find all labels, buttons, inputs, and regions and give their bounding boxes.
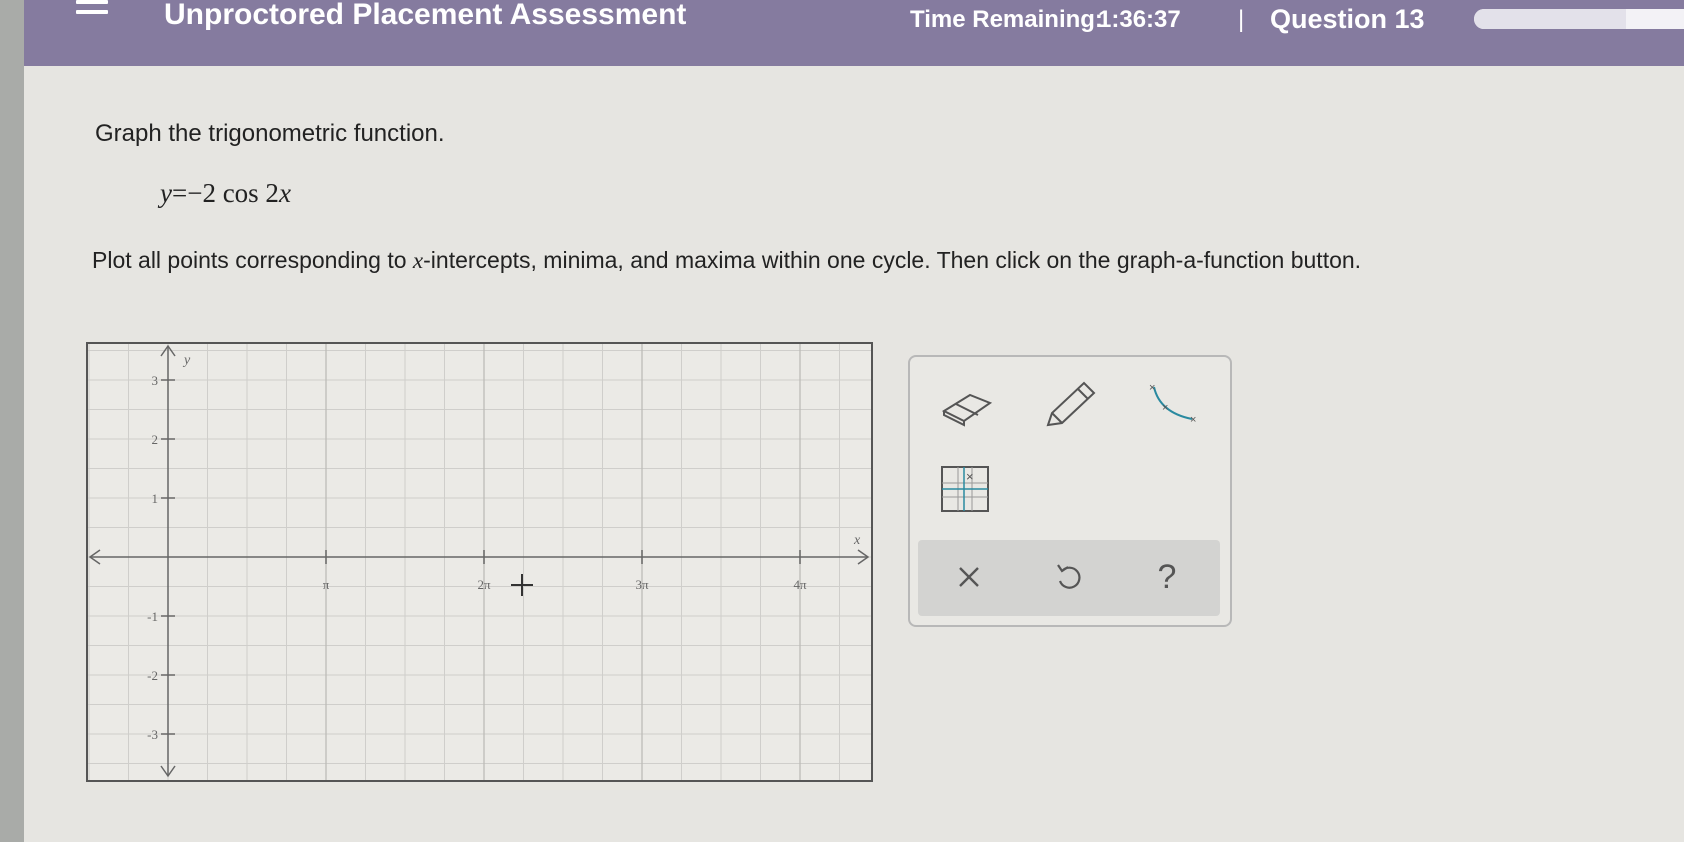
- page-title: Unproctored Placement Assessment: [164, 0, 687, 31]
- y-tick-label: 2: [152, 432, 159, 447]
- x-axis-label: x: [853, 533, 861, 548]
- crosshair-cursor-icon: [511, 574, 533, 596]
- eraser-icon[interactable]: [940, 387, 994, 427]
- timer-value: 1:36:37: [1098, 6, 1181, 33]
- y-axis-label: y: [182, 353, 191, 368]
- timer-label: Time Remaining:: [910, 6, 1103, 33]
- x-tick-label: 3π: [635, 577, 649, 592]
- action-bar: ?: [918, 540, 1220, 616]
- svg-text:×: ×: [966, 469, 974, 484]
- x-tick-label: 4π: [793, 577, 807, 592]
- graph-canvas[interactable]: y x 3 2 1 -1 -2 -3 π 2π 3π 4π: [86, 342, 873, 782]
- menu-icon[interactable]: [76, 0, 108, 26]
- header-bar: Unproctored Placement Assessment Time Re…: [24, 0, 1684, 66]
- y-tick-label: -3: [147, 727, 158, 742]
- instructions-text-1: Plot all points corresponding to: [92, 247, 413, 273]
- header-separator: |: [1238, 6, 1245, 33]
- svg-text:×: ×: [1190, 414, 1196, 426]
- y-tick-label: 1: [152, 491, 159, 506]
- question-number: Question 13: [1270, 4, 1425, 34]
- help-icon[interactable]: ?: [1144, 554, 1190, 600]
- graph-svg[interactable]: y x 3 2 1 -1 -2 -3 π 2π 3π 4π: [88, 344, 871, 780]
- window-edge: [0, 0, 24, 842]
- svg-text:×: ×: [1162, 402, 1168, 414]
- svg-text:×: ×: [1149, 382, 1155, 394]
- equation-rhs-var: x: [278, 178, 291, 208]
- equation-lhs: y: [160, 178, 172, 208]
- x-tick-label: π: [323, 577, 330, 592]
- progress-bar: [1474, 9, 1684, 29]
- y-tick-label: -1: [147, 609, 158, 624]
- clear-icon[interactable]: [946, 554, 992, 600]
- question-prompt: Graph the trigonometric function.: [95, 120, 445, 147]
- equation-rhs: −2 cos 2: [187, 178, 279, 208]
- x-tick-label: 2π: [477, 577, 491, 592]
- instructions-var: x: [412, 248, 424, 273]
- graph-a-function-icon[interactable]: × × ×: [1146, 379, 1200, 429]
- point-grid-icon[interactable]: ×: [940, 465, 990, 513]
- instructions-text-2: -intercepts, minima, and maxima within o…: [423, 247, 1362, 273]
- y-tick-label: 3: [152, 373, 159, 388]
- y-tick-label: -2: [147, 668, 158, 683]
- instructions: Plot all points corresponding to x-inter…: [92, 247, 1361, 274]
- undo-icon[interactable]: [1046, 554, 1092, 600]
- graph-toolbox: × × × × ?: [908, 355, 1232, 627]
- pencil-icon[interactable]: [1042, 379, 1098, 431]
- equation-equals: =: [171, 178, 188, 208]
- function-equation: y=−2 cos 2x: [160, 178, 291, 209]
- progress-bar-fill: [1474, 9, 1627, 29]
